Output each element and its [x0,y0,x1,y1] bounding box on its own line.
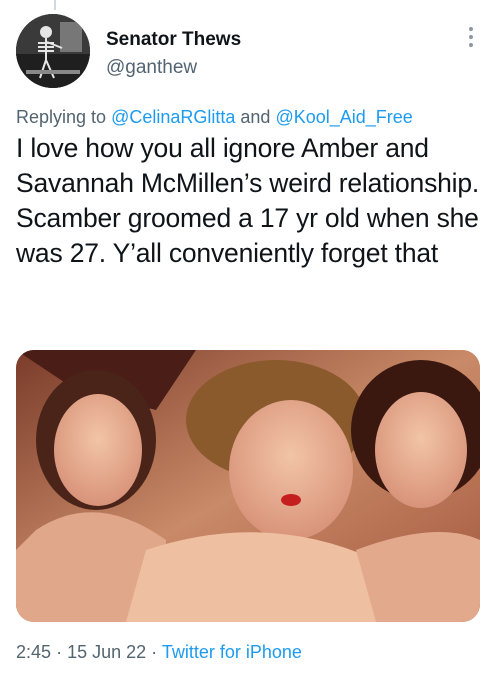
author-handle[interactable]: @ganthew [106,57,197,79]
photo-image [16,350,480,622]
tweet-date[interactable]: 15 Jun 22 [67,642,146,662]
replying-to-prefix: Replying to [16,107,107,127]
more-vertical-icon[interactable] [468,27,474,51]
tweet-photo[interactable] [16,350,480,622]
tweet-meta: 2:45 · 15 Jun 22 · Twitter for iPhone [16,642,302,663]
meta-separator: · [56,642,63,662]
replying-to: Replying to @CelinaRGlitta and @Kool_Aid… [16,107,413,128]
avatar-image [16,14,90,88]
tweet-time[interactable]: 2:45 [16,642,51,662]
more-dot [469,27,473,31]
avatar[interactable] [16,14,90,88]
replying-to-connector: and [240,107,271,127]
more-dot [469,35,473,39]
mention-link[interactable]: @CelinaRGlitta [111,107,235,127]
mention-link[interactable]: @Kool_Aid_Free [275,107,412,127]
tweet-text: I love how you all ignore Amber and Sava… [16,133,480,268]
more-dot [469,43,473,47]
author-name[interactable]: Senator Thews [106,29,241,51]
thread-connector-line [54,0,56,10]
tweet-source-link[interactable]: Twitter for iPhone [162,642,302,662]
meta-separator: · [151,642,158,662]
